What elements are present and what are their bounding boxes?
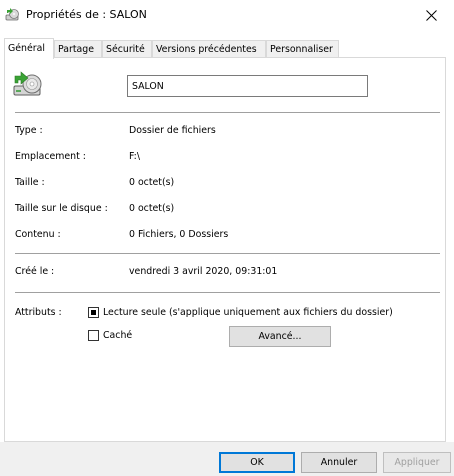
contents-value: 0 Fichiers, 0 Dossiers: [129, 229, 229, 240]
tab-panel-general: [4, 57, 446, 442]
window-title: Propriétés de : SALON: [26, 8, 147, 21]
dialog-footer: OK Annuler Appliquer: [0, 442, 454, 476]
advanced-button[interactable]: Avancé...: [229, 326, 331, 347]
created-value: vendredi 3 avril 2020, 09:31:01: [129, 266, 278, 277]
size-on-disk-label: Taille sur le disque :: [15, 203, 108, 214]
readonly-checkbox-label: Lecture seule (s'applique uniquement aux…: [103, 307, 393, 318]
readonly-checkbox[interactable]: [88, 307, 99, 318]
location-value: F:\: [129, 151, 140, 162]
tab-general[interactable]: Général: [4, 38, 54, 59]
tab-customize[interactable]: Personnaliser: [266, 40, 339, 57]
tab-previous-versions[interactable]: Versions précédentes: [152, 40, 266, 57]
created-label: Créé le :: [15, 266, 55, 277]
hidden-checkbox[interactable]: [88, 330, 99, 341]
size-on-disk-value: 0 octet(s): [129, 203, 175, 214]
drive-folder-icon: [5, 8, 19, 21]
type-value: Dossier de fichiers: [129, 125, 216, 136]
tab-security[interactable]: Sécurité: [102, 40, 152, 57]
separator: [15, 253, 440, 254]
location-label: Emplacement :: [15, 151, 86, 162]
contents-label: Contenu :: [15, 229, 61, 240]
separator: [15, 112, 440, 113]
tab-sharing[interactable]: Partage: [54, 40, 102, 57]
type-label: Type :: [15, 125, 43, 136]
separator: [15, 292, 440, 293]
size-label: Taille :: [15, 177, 45, 188]
close-icon: [425, 10, 437, 21]
drive-folder-icon: [13, 71, 42, 96]
title-bar: Propriétés de : SALON: [0, 0, 454, 31]
cancel-button[interactable]: Annuler: [301, 452, 377, 473]
size-value: 0 octet(s): [129, 177, 175, 188]
ok-button[interactable]: OK: [219, 452, 295, 473]
folder-name-input[interactable]: [127, 75, 368, 97]
hidden-checkbox-label: Caché: [103, 330, 133, 341]
close-button[interactable]: [408, 0, 454, 31]
apply-button[interactable]: Appliquer: [383, 452, 451, 473]
properties-window: Propriétés de : SALON Général Partage Sé…: [0, 0, 454, 476]
attributes-label: Attributs :: [15, 307, 62, 318]
